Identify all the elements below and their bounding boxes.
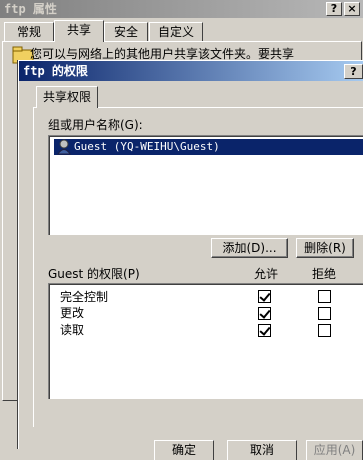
read-allow-checkbox[interactable] bbox=[258, 324, 271, 337]
bg-window-title: ftp 属性 bbox=[0, 0, 363, 18]
read-deny-checkbox[interactable] bbox=[318, 324, 331, 337]
change-allow-checkbox[interactable] bbox=[258, 307, 271, 320]
apply-button[interactable]: 应用(A) bbox=[306, 440, 363, 460]
cancel-button[interactable]: 取消 bbox=[227, 440, 297, 460]
dialog-title: ftp 的权限 bbox=[19, 61, 363, 81]
bg-tab-sharing[interactable]: 共享 bbox=[54, 20, 104, 42]
dialog-help-button[interactable]: ? bbox=[344, 64, 363, 79]
permission-label: Guest 的权限(P) bbox=[48, 267, 140, 281]
bg-description: 您可以与网络上的其他用户共享该文件夹。要共享 bbox=[30, 47, 295, 61]
bg-tab-security[interactable]: 安全 bbox=[104, 22, 148, 41]
add-button[interactable]: 添加(D)... bbox=[211, 238, 288, 258]
bg-tab-custom[interactable]: 自定义 bbox=[149, 22, 203, 41]
allow-column-header: 允许 bbox=[254, 267, 279, 281]
permission-name-read: 读取 bbox=[60, 323, 85, 337]
tab-share-permissions[interactable]: 共享权限 bbox=[36, 86, 98, 108]
bg-help-button[interactable]: ? bbox=[326, 2, 342, 16]
ok-button[interactable]: 确定 bbox=[154, 440, 214, 460]
remove-button[interactable]: 删除(R) bbox=[296, 238, 354, 258]
user-icon bbox=[56, 139, 72, 155]
group-user-label: 组或用户名称(G): bbox=[48, 118, 143, 132]
user-list-item[interactable]: Guest (YQ-WEIHU\Guest) bbox=[54, 139, 363, 155]
bg-tab-general[interactable]: 常规 bbox=[4, 22, 54, 41]
change-deny-checkbox[interactable] bbox=[318, 307, 331, 320]
deny-column-header: 拒绝 bbox=[312, 267, 337, 281]
full-control-allow-checkbox[interactable] bbox=[258, 290, 271, 303]
permission-name-full-control: 完全控制 bbox=[60, 290, 109, 304]
bg-close-button[interactable]: × bbox=[344, 2, 360, 16]
full-control-deny-checkbox[interactable] bbox=[318, 290, 331, 303]
permission-name-change: 更改 bbox=[60, 306, 85, 320]
